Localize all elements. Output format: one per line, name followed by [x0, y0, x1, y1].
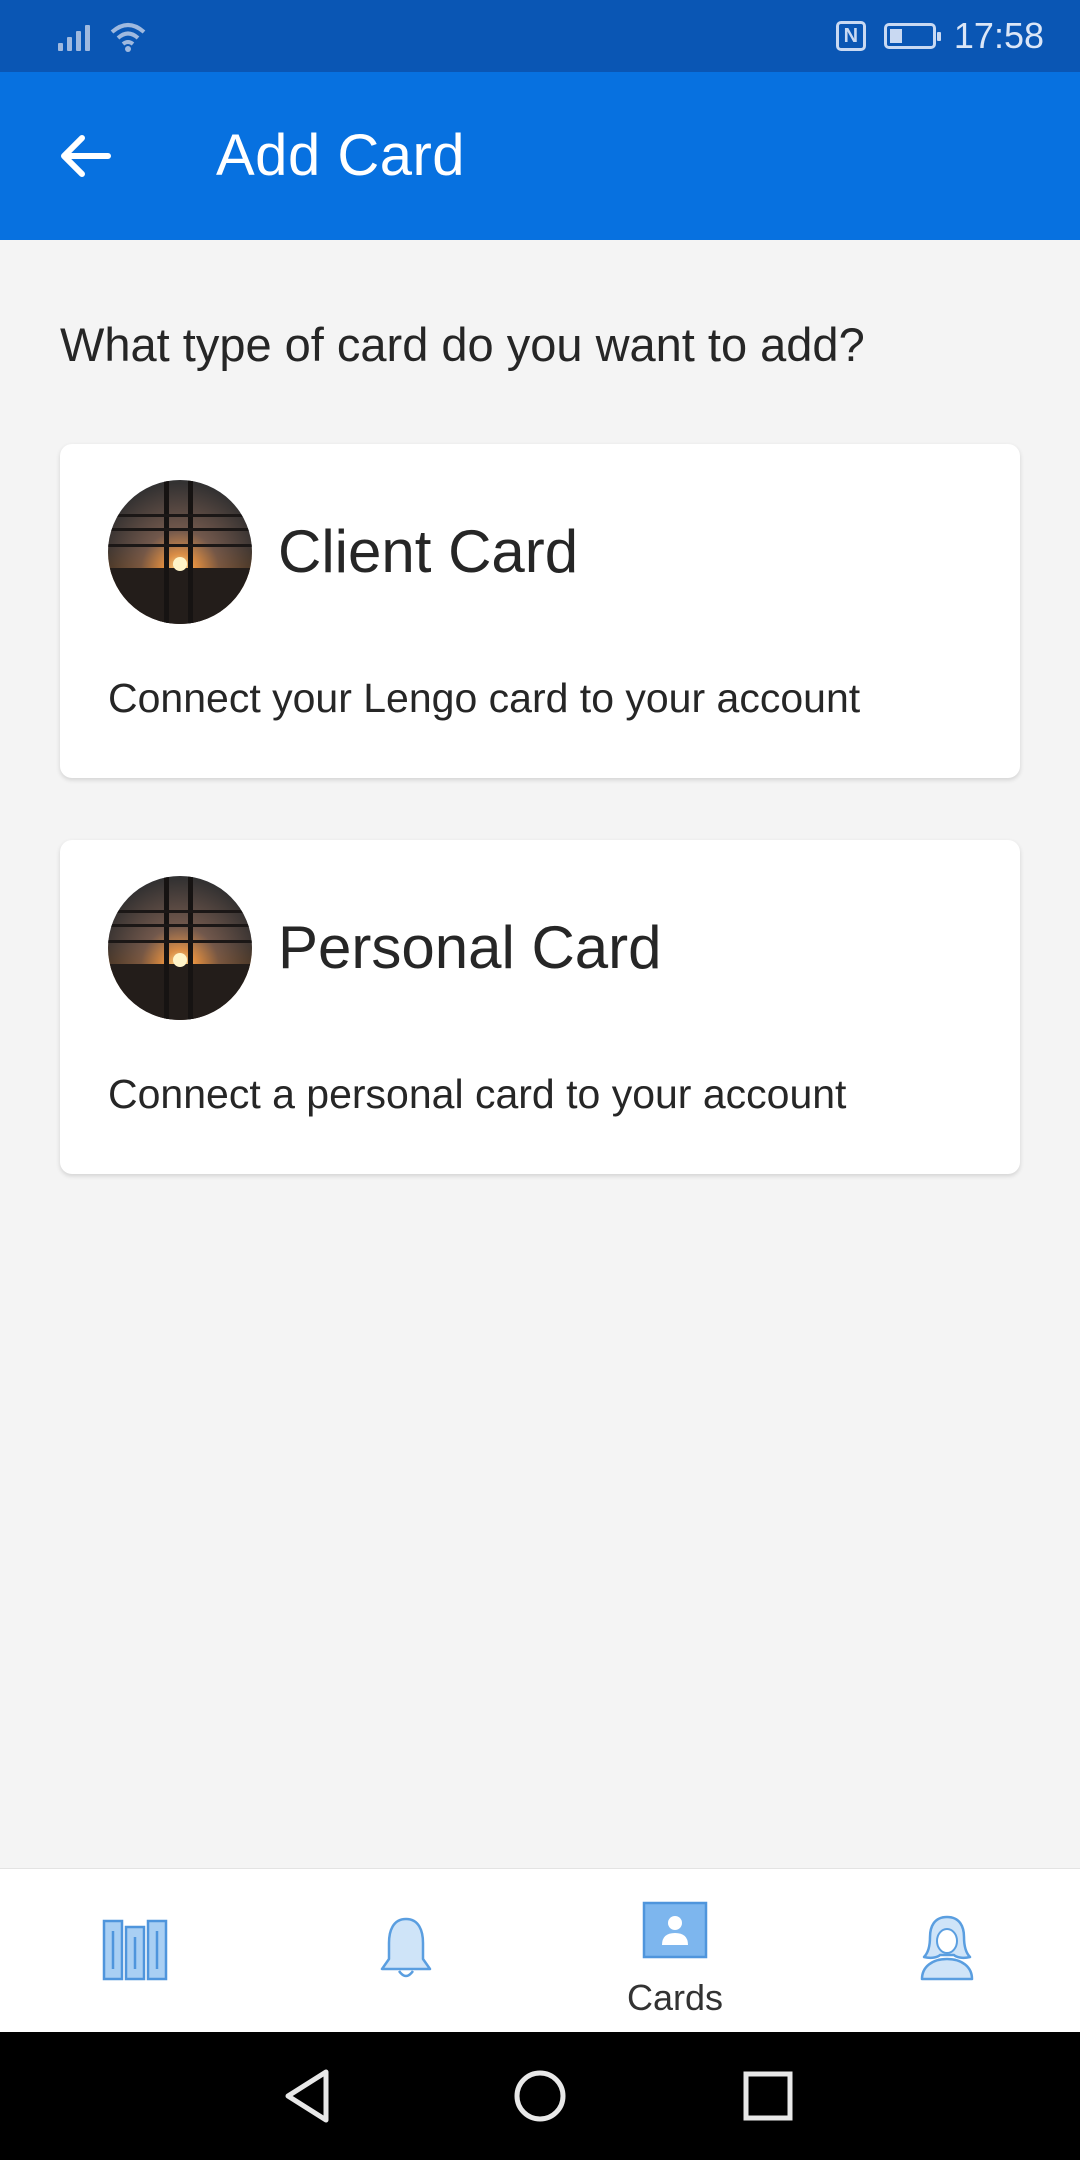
back-triangle-icon[interactable]	[272, 2060, 344, 2132]
back-button[interactable]	[44, 120, 124, 192]
home-circle-icon[interactable]	[504, 2060, 576, 2132]
status-bar: N 17:58	[0, 0, 1080, 72]
signal-icon	[58, 21, 90, 51]
card-description: Connect your Lengo card to your account	[108, 675, 861, 721]
card-description: Connect a personal card to your account	[108, 1071, 847, 1117]
nav-label-cards: Cards	[626, 1977, 724, 2018]
nav-item-profile[interactable]	[810, 1869, 1080, 2033]
page-title: Add Card	[216, 123, 466, 188]
nav-item-cards[interactable]: Cards	[540, 1869, 810, 2033]
books-icon	[102, 1919, 168, 1981]
client-card-option[interactable]: Client Card Connect your Lengo card to y…	[60, 444, 1020, 778]
card-title: Client Card	[278, 518, 579, 585]
status-time: 17:58	[953, 15, 1044, 56]
arrow-left-icon	[61, 135, 111, 177]
card-title: Personal Card	[278, 914, 662, 981]
system-navigation-bar	[0, 2032, 1080, 2160]
wifi-icon	[110, 23, 146, 52]
question-text: What type of card do you want to add?	[60, 318, 865, 371]
cards-icon	[642, 1901, 708, 1959]
app-bar: Add Card	[0, 72, 1080, 240]
nav-item-library[interactable]	[0, 1869, 270, 2033]
card-image	[108, 876, 252, 1020]
nav-item-notifications[interactable]	[270, 1869, 540, 2033]
card-image	[108, 480, 252, 624]
recents-square-icon[interactable]	[732, 2060, 804, 2132]
personal-card-option[interactable]: Personal Card Connect a personal card to…	[60, 840, 1020, 1174]
bell-icon	[380, 1917, 432, 1978]
status-right: N 17:58	[835, 15, 1044, 57]
status-left	[58, 20, 148, 52]
battery-icon	[883, 23, 941, 49]
nfc-icon: N	[835, 21, 866, 51]
bottom-navigation: Cards	[0, 1868, 1080, 2033]
profile-icon	[920, 1915, 974, 1981]
